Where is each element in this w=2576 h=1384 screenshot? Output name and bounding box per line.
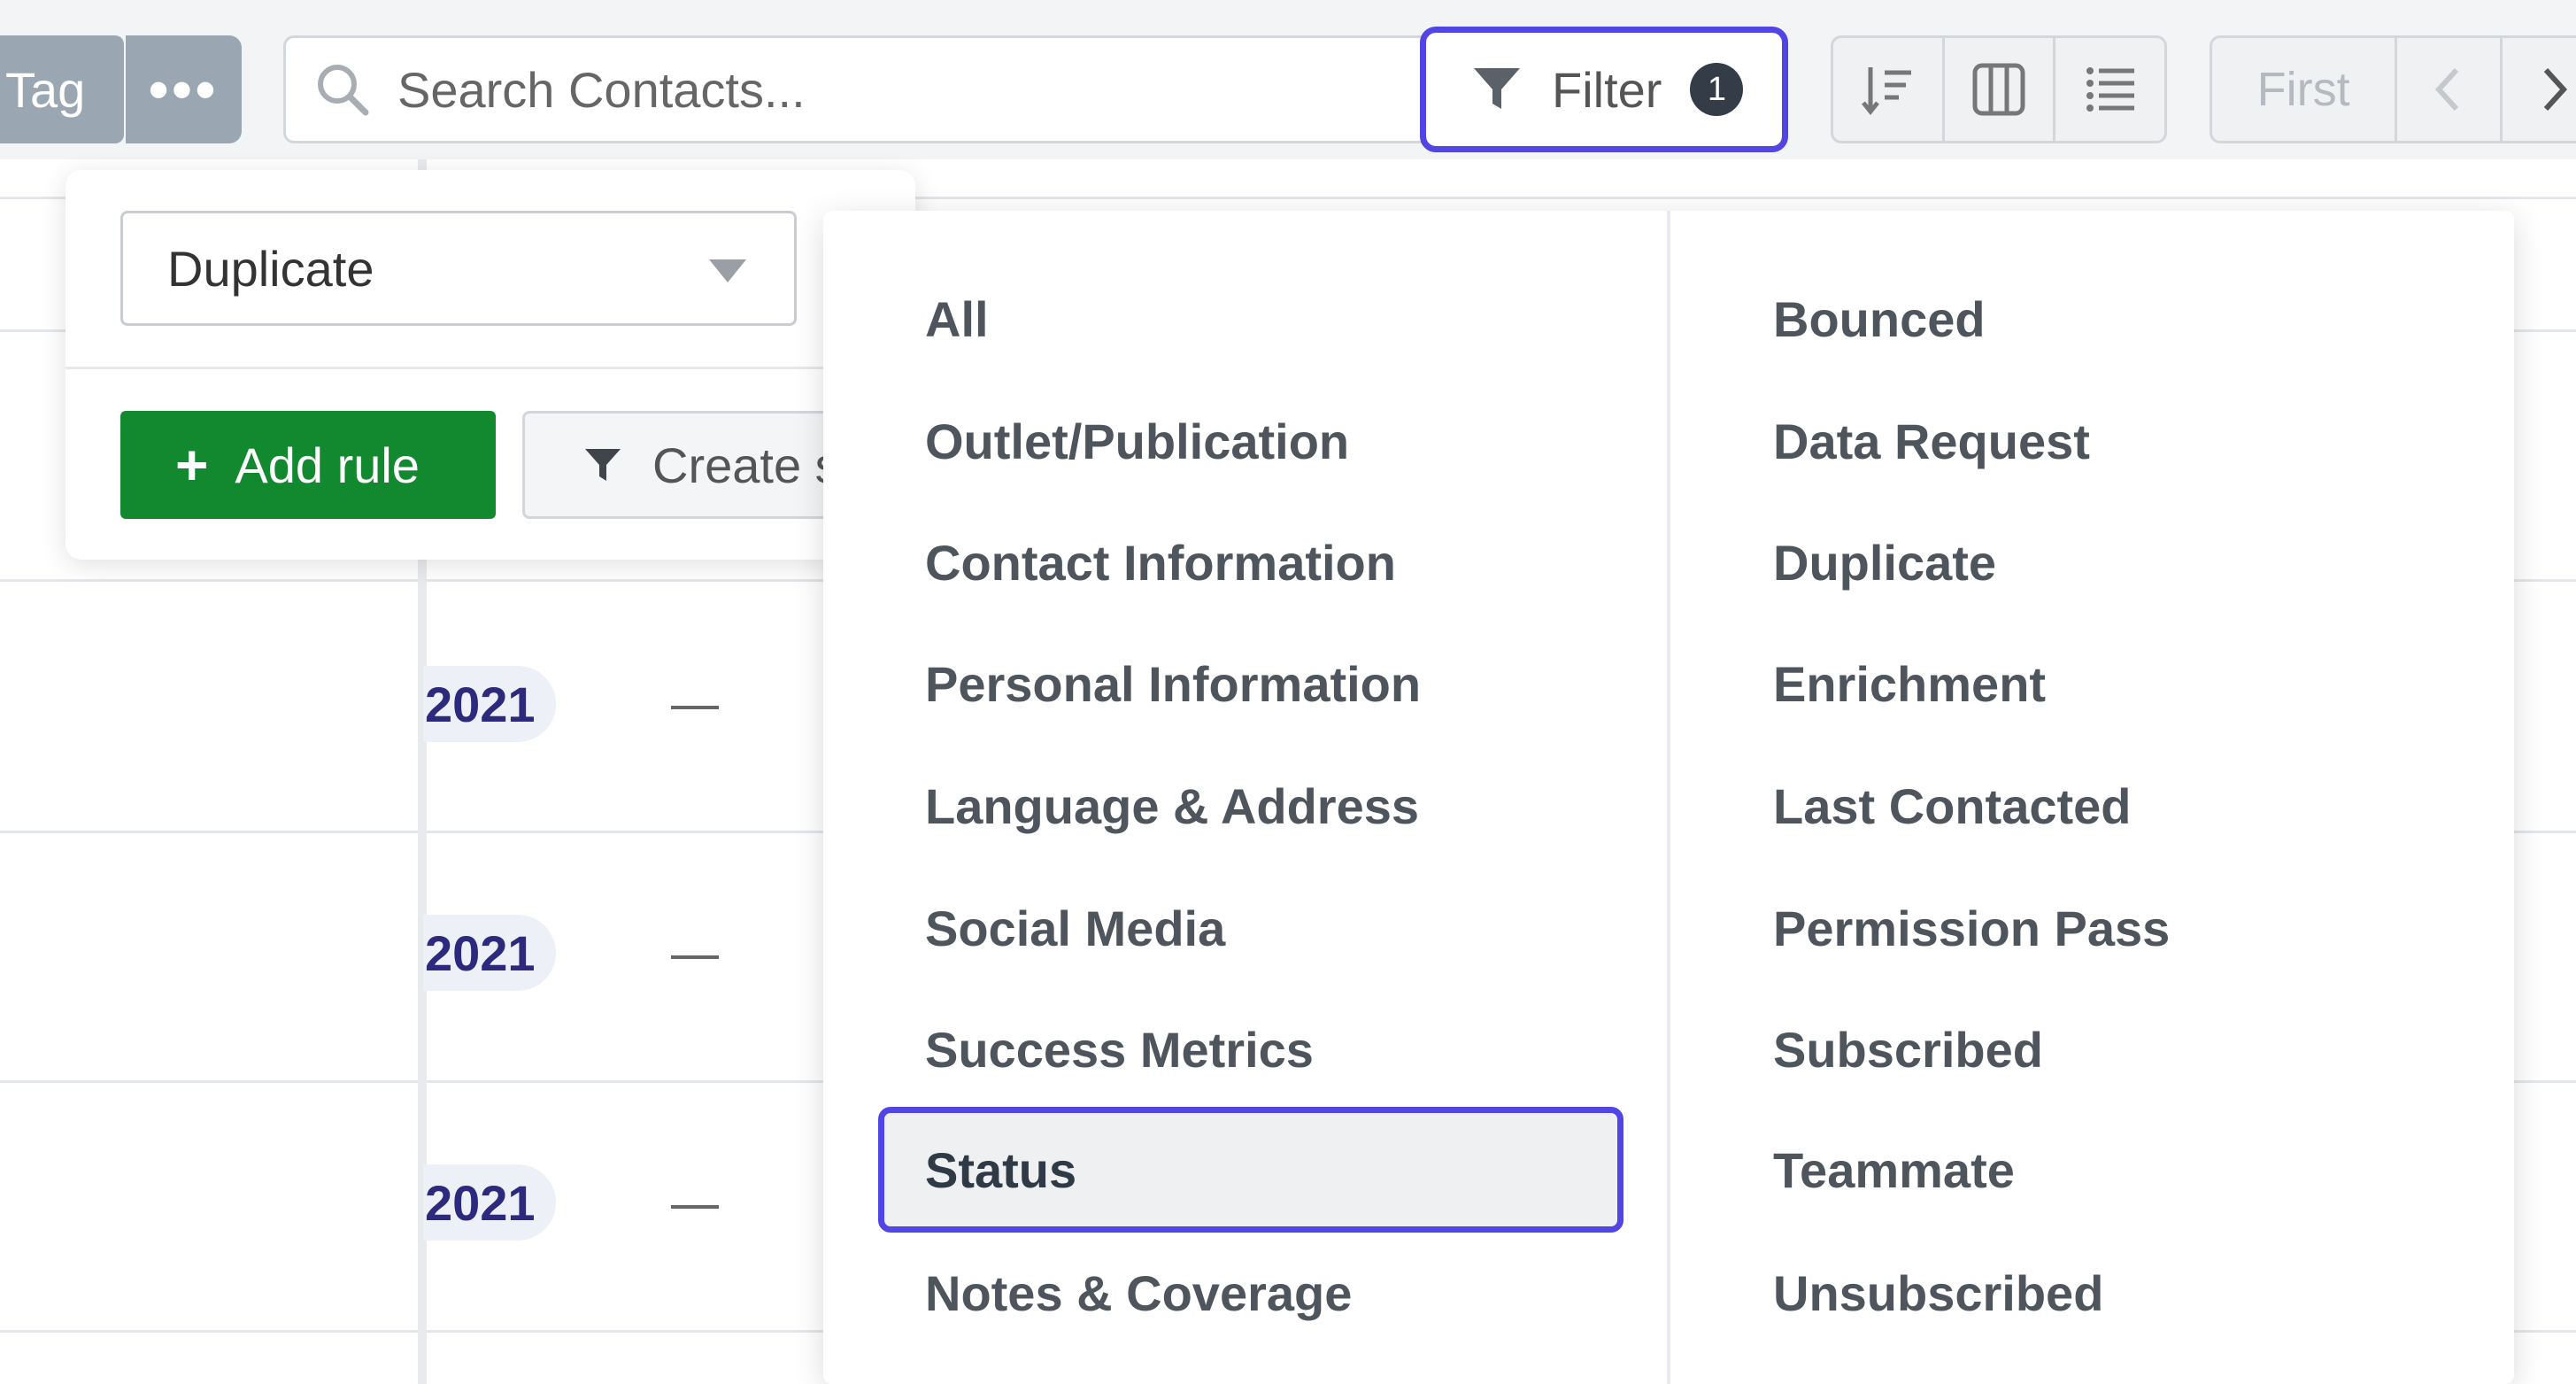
category-option[interactable]: Outlet/Publication — [925, 397, 1616, 485]
year-badge: 2021 — [423, 666, 556, 742]
more-options-button[interactable]: ••• — [126, 35, 242, 143]
category-option[interactable]: Subscribed — [1773, 1005, 2464, 1094]
list-icon — [2086, 67, 2134, 112]
columns-icon — [1972, 63, 2025, 116]
pagination: First — [2210, 35, 2576, 143]
view-options-group — [1831, 35, 2167, 143]
prev-page-button[interactable] — [2397, 38, 2503, 141]
filter-icon — [585, 449, 621, 481]
category-option[interactable]: Unsubscribed — [1773, 1249, 2464, 1337]
first-page-button[interactable]: First — [2212, 38, 2398, 141]
year-badge: 2021 — [423, 915, 556, 991]
chevron-left-icon — [2435, 67, 2459, 112]
category-option[interactable]: Contact Information — [925, 518, 1616, 607]
filter-count-badge: 1 — [1690, 63, 1744, 116]
tag-button[interactable]: Tag — [0, 35, 124, 143]
category-option[interactable]: Enrichment — [1773, 639, 2464, 728]
filter-category-value: Duplicate — [167, 240, 374, 297]
category-option[interactable]: Personal Information — [925, 639, 1616, 728]
category-option[interactable]: Success Metrics — [925, 1005, 1616, 1094]
popover-divider — [66, 367, 915, 369]
category-option[interactable]: Last Contacted — [1773, 762, 2464, 850]
list-view-button[interactable] — [2055, 38, 2164, 141]
category-option-status[interactable]: Status — [925, 1125, 1616, 1214]
category-option[interactable]: Teammate — [1773, 1125, 2464, 1214]
dropdown-column-divider — [1667, 211, 1670, 1384]
next-page-button[interactable] — [2503, 38, 2576, 141]
chevron-right-icon — [2543, 67, 2568, 112]
sort-icon — [1862, 67, 1912, 116]
columns-view-button[interactable] — [1945, 38, 2056, 141]
empty-value-dash — [671, 1205, 719, 1209]
search-box[interactable] — [283, 35, 1443, 143]
category-option[interactable]: Duplicate — [1773, 518, 2464, 607]
filter-button[interactable]: Filter 1 — [1420, 27, 1788, 152]
category-option[interactable]: Bounced — [1773, 274, 2464, 363]
empty-value-dash — [671, 955, 719, 959]
search-input[interactable] — [396, 59, 1373, 120]
filter-label: Filter — [1552, 61, 1662, 118]
empty-value-dash — [671, 706, 719, 709]
category-option[interactable]: Language & Address — [925, 762, 1616, 850]
add-rule-label: Add rule — [235, 437, 420, 493]
category-option[interactable]: Data Request — [1773, 397, 2464, 485]
category-option[interactable]: Permission Pass — [1773, 884, 2464, 972]
sort-button[interactable] — [1833, 38, 1945, 141]
search-icon — [318, 65, 369, 116]
add-rule-button[interactable]: + Add rule — [120, 411, 496, 519]
year-badge: 2021 — [423, 1164, 556, 1241]
category-option[interactable]: Notes & Coverage — [925, 1249, 1616, 1337]
category-option[interactable]: Social Media — [925, 884, 1616, 972]
filter-icon — [1474, 68, 1520, 109]
caret-down-icon — [709, 259, 746, 282]
plus-icon: + — [175, 433, 209, 497]
filter-category-select[interactable]: Duplicate — [120, 211, 797, 326]
category-option[interactable]: All — [925, 274, 1616, 363]
